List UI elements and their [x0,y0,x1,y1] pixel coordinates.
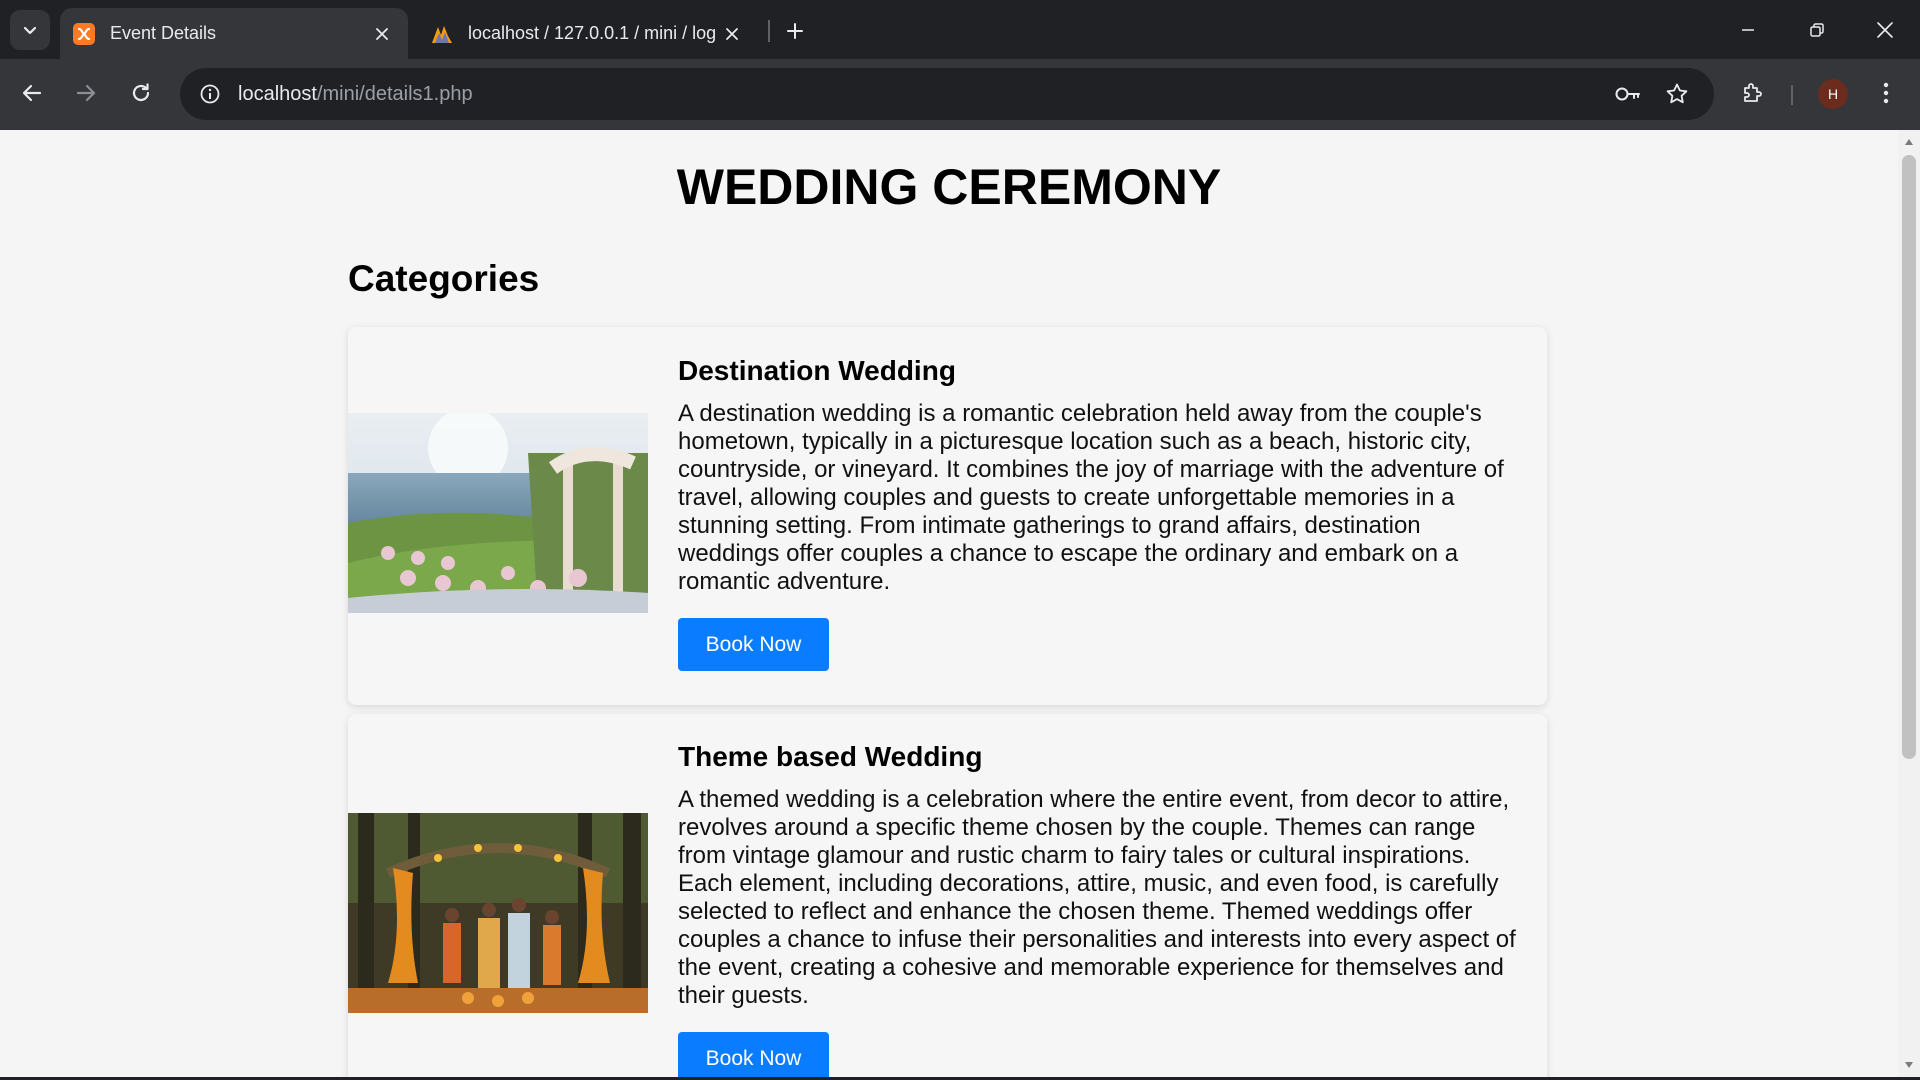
category-card: Theme based Wedding A themed wedding is … [348,714,1547,1077]
url-path: /mini/details1.php [316,82,473,105]
plus-icon [787,23,803,39]
info-icon [200,84,220,104]
card-body: Destination Wedding A destination weddin… [678,354,1517,671]
tab-strip: Event Details localhost / 127.0.0.1 / mi… [0,0,1920,59]
forward-button[interactable] [66,73,106,113]
browser-toolbar: localhost/mini/details1.php H [0,59,1920,130]
card-title: Destination Wedding [678,355,956,386]
toolbar-divider [1791,85,1793,105]
card-title: Theme based Wedding [678,741,983,772]
card-body: Theme based Wedding A themed wedding is … [678,740,1517,1077]
key-icon [1615,87,1640,101]
destination-wedding-image [348,413,648,613]
minimize-button[interactable] [1725,8,1771,52]
page-title: WEDDING CEREMONY [676,159,1222,215]
tab-phpmyadmin[interactable]: localhost / 127.0.0.1 / mini / log [418,8,758,59]
extensions-button[interactable] [1733,73,1773,113]
minimize-icon [1742,29,1754,31]
puzzle-icon [1744,83,1762,102]
close-icon [726,27,738,40]
tab-title: localhost / 127.0.0.1 / mini / log [468,23,717,43]
bookmark-button[interactable] [1657,74,1697,114]
triangle-down-icon [1905,1062,1913,1068]
reload-icon [132,83,150,102]
chevron-down-icon [23,26,37,35]
tab-close-button[interactable] [718,20,746,48]
tab-close-button[interactable] [368,20,396,48]
site-info-button[interactable] [186,70,234,118]
card-description: A themed wedding is a celebration where … [678,786,1516,1009]
theme-wedding-image [348,813,648,1013]
url-text: localhost/mini/details1.php [238,83,473,106]
tab-separator [768,20,770,42]
category-card: Destination Wedding A destination weddin… [348,327,1547,705]
close-window-button[interactable] [1862,8,1908,52]
arrow-left-icon [22,84,42,102]
scroll-up-button[interactable] [1903,136,1915,148]
scrollbar-thumb[interactable] [1902,155,1916,759]
arrow-right-icon [76,84,96,102]
book-now-button[interactable]: Book Now [678,618,829,671]
star-icon [1666,83,1688,104]
browser-menu-button[interactable] [1866,73,1906,113]
new-tab-button[interactable] [778,14,812,48]
restore-icon [1810,23,1824,37]
more-vertical-icon [1883,82,1889,104]
xampp-favicon-icon [73,22,95,45]
tab-title: Event Details [110,23,217,43]
section-title: Categories [348,258,540,299]
page-viewport: WEDDING CEREMONY Categories Destination … [0,130,1898,1077]
reload-button[interactable] [121,73,161,113]
book-now-button[interactable]: Book Now [678,1032,829,1077]
phpmyadmin-favicon-icon [432,25,452,43]
scroll-down-button[interactable] [1903,1059,1915,1071]
triangle-up-icon [1905,139,1913,145]
tab-event-details[interactable]: Event Details [60,8,408,59]
tab-search-button[interactable] [10,10,50,50]
card-description: A destination wedding is a romantic cele… [678,400,1504,595]
vertical-scrollbar[interactable] [1898,130,1920,1077]
back-button[interactable] [12,73,52,113]
close-icon [376,27,388,40]
address-bar[interactable]: localhost/mini/details1.php [180,68,1714,120]
restore-button[interactable] [1794,8,1840,52]
profile-avatar[interactable]: H [1818,79,1848,109]
close-icon [1877,22,1893,38]
url-host: localhost [238,82,317,105]
password-manager-button[interactable] [1608,74,1648,114]
